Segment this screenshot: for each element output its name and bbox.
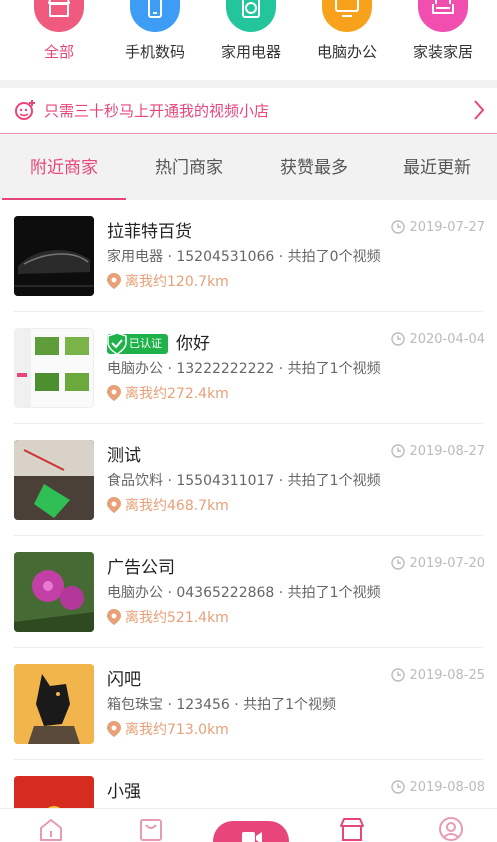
category-label: 家装家居 xyxy=(412,43,473,61)
washer-icon xyxy=(226,0,276,32)
shop-name: 小强 xyxy=(107,782,141,802)
list-item[interactable]: 广告公司 电脑办公 · 04365222868 · 共拍了1个视频 离我约521… xyxy=(0,536,497,648)
shop-distance: 离我约713.0km xyxy=(107,719,229,739)
user-icon[interactable] xyxy=(438,817,464,842)
category-label: 全部 xyxy=(43,43,74,61)
phone-icon xyxy=(130,0,180,32)
tab-recent[interactable]: 最近更新 xyxy=(375,138,497,200)
list-item[interactable]: 已认证 你好 电脑办公 · 13222222222 · 共拍了1个视频 离我约27… xyxy=(0,312,497,424)
category-bar: 全部 手机数码 家用电器 电脑办公 家装家居 xyxy=(0,0,497,80)
shop-distance: 离我约468.7km xyxy=(107,495,229,515)
shop-thumbnail xyxy=(14,440,94,520)
location-pin-icon xyxy=(107,609,121,625)
shop-icon[interactable] xyxy=(338,817,366,842)
clock-icon xyxy=(391,444,406,458)
shop-date: 2019-08-27 xyxy=(391,444,485,459)
location-pin-icon xyxy=(107,385,121,401)
shop-thumbnail xyxy=(14,328,94,408)
shop-date: 2019-07-20 xyxy=(391,556,485,571)
shop-name: 已认证 你好 xyxy=(107,329,210,355)
date-text: 2019-08-08 xyxy=(409,780,485,795)
verified-label: 已认证 xyxy=(129,337,162,350)
monitor-icon xyxy=(322,0,372,32)
shop-name: 闪吧 xyxy=(107,670,141,690)
shop-name: 拉菲特百货 xyxy=(107,222,192,242)
distance-text: 离我约272.4km xyxy=(125,386,229,402)
chevron-right-icon xyxy=(473,99,485,125)
shop-date: 2019-08-25 xyxy=(391,668,485,683)
shop-meta: 家用电器 · 15204531066 · 共拍了0个视频 xyxy=(107,249,381,265)
tab-nearby[interactable]: 附近商家 xyxy=(2,138,126,200)
shop-thumbnail xyxy=(14,216,94,296)
shop-distance: 离我约521.4km xyxy=(107,607,229,627)
shop-name: 广告公司 xyxy=(107,558,175,578)
shop-date: 2020-04-04 xyxy=(391,332,485,347)
date-text: 2020-04-04 xyxy=(409,332,485,347)
shop-meta: 箱包珠宝 · 123456 · 共拍了1个视频 xyxy=(107,697,337,713)
date-text: 2019-08-27 xyxy=(409,444,485,459)
shop-thumbnail xyxy=(14,552,94,632)
sparkle-smile-icon xyxy=(14,99,36,125)
store-icon xyxy=(34,0,84,32)
list-item[interactable]: 小强 2019-08-08 xyxy=(0,760,497,808)
location-pin-icon xyxy=(107,273,121,289)
list-item[interactable]: 闪吧 箱包珠宝 · 123456 · 共拍了1个视频 离我约713.0km 20… xyxy=(0,648,497,760)
shop-distance: 离我约272.4km xyxy=(107,383,229,403)
clock-icon xyxy=(391,668,406,682)
tab-most-liked[interactable]: 获赞最多 xyxy=(252,138,376,200)
video-camera-icon[interactable] xyxy=(213,821,289,842)
date-text: 2019-07-20 xyxy=(409,556,485,571)
sofa-icon xyxy=(418,0,468,32)
shop-list: 拉菲特百货 家用电器 · 15204531066 · 共拍了0个视频 离我约12… xyxy=(0,200,497,808)
date-text: 2019-08-25 xyxy=(409,668,485,683)
date-text: 2019-07-27 xyxy=(409,220,485,235)
shop-date: 2019-07-27 xyxy=(391,220,485,235)
shop-meta: 食品饮料 · 15504311017 · 共拍了1个视频 xyxy=(107,473,381,489)
bag-icon[interactable] xyxy=(138,817,164,842)
verified-badge: 已认证 xyxy=(107,332,168,355)
open-shop-banner[interactable]: 只需三十秒马上开通我的视频小店 xyxy=(0,88,497,134)
tab-popular[interactable]: 热门商家 xyxy=(127,138,251,200)
clock-icon xyxy=(391,220,406,234)
clock-icon xyxy=(391,332,406,346)
bottom-nav xyxy=(0,808,497,842)
shop-meta: 电脑办公 · 13222222222 · 共拍了1个视频 xyxy=(107,361,381,377)
category-label: 手机数码 xyxy=(124,43,185,61)
category-label: 家用电器 xyxy=(220,43,281,61)
location-pin-icon xyxy=(107,497,121,513)
distance-text: 离我约713.0km xyxy=(125,722,229,738)
location-pin-icon xyxy=(107,721,121,737)
clock-icon xyxy=(391,780,406,794)
distance-text: 离我约468.7km xyxy=(125,498,229,514)
list-item[interactable]: 测试 食品饮料 · 15504311017 · 共拍了1个视频 离我约468.7… xyxy=(0,424,497,536)
shop-name-text: 你好 xyxy=(176,334,210,354)
shop-date: 2019-08-08 xyxy=(391,780,485,795)
verified-shield-icon xyxy=(107,332,127,355)
shop-thumbnail xyxy=(14,664,94,744)
banner-text: 只需三十秒马上开通我的视频小店 xyxy=(44,102,270,120)
distance-text: 离我约120.7km xyxy=(125,274,229,290)
category-label: 电脑办公 xyxy=(316,43,377,61)
distance-text: 离我约521.4km xyxy=(125,610,229,626)
home-icon[interactable] xyxy=(38,817,64,842)
shop-thumbnail xyxy=(14,776,94,808)
clock-icon xyxy=(391,556,406,570)
shop-meta: 电脑办公 · 04365222868 · 共拍了1个视频 xyxy=(107,585,381,601)
shop-tabs: 附近商家 热门商家 获赞最多 最近更新 xyxy=(0,138,497,200)
shop-distance: 离我约120.7km xyxy=(107,271,229,291)
list-item[interactable]: 拉菲特百货 家用电器 · 15204531066 · 共拍了0个视频 离我约12… xyxy=(0,200,497,312)
shop-name: 测试 xyxy=(107,446,141,466)
